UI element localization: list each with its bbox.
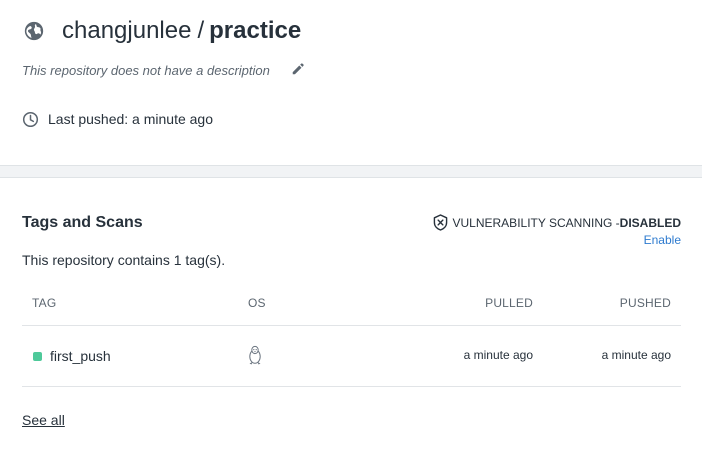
repository-namespace[interactable]: changjunlee xyxy=(62,17,191,44)
tag-count-text: This repository contains 1 tag(s). xyxy=(22,252,226,268)
section-divider xyxy=(0,165,702,178)
tag-pushed-time: a minute ago xyxy=(601,348,671,362)
repository-name: practice xyxy=(209,17,302,44)
column-header-pulled: PULLED xyxy=(485,296,533,310)
column-header-pushed: PUSHED xyxy=(619,296,671,310)
tags-section-title: Tags and Scans xyxy=(22,214,143,231)
column-header-tag: TAG xyxy=(32,296,57,310)
clock-icon xyxy=(22,111,39,128)
repository-header: changjunlee / practice This repository doe… xyxy=(0,0,702,165)
tag-name-link[interactable]: first_push xyxy=(50,348,111,365)
repository-description: This repository does not have a descript… xyxy=(22,63,270,78)
see-all-tags-link[interactable]: See all xyxy=(22,412,65,429)
globe-icon xyxy=(24,21,44,41)
vulnerability-scanning-value: DISABLED xyxy=(619,215,681,230)
repository-title: changjunlee / practice xyxy=(62,16,301,46)
vulnerability-scanning-label: VULNERABILITY SCANNING - xyxy=(452,215,620,230)
column-header-os: OS xyxy=(248,296,266,310)
table-row: first_push a minute ago a minute ago xyxy=(22,326,681,387)
pencil-icon[interactable] xyxy=(291,62,305,76)
linux-icon xyxy=(249,345,261,365)
shield-x-icon xyxy=(433,214,447,231)
title-separator: / xyxy=(197,17,205,44)
vulnerability-scanning-status: VULNERABILITY SCANNING - DISABLED Enable xyxy=(433,214,681,247)
tag-status-indicator xyxy=(33,352,42,361)
last-pushed-text: Last pushed: a minute ago xyxy=(48,111,214,127)
enable-scanning-link[interactable]: Enable xyxy=(433,233,681,247)
tag-pulled-time: a minute ago xyxy=(463,348,533,362)
